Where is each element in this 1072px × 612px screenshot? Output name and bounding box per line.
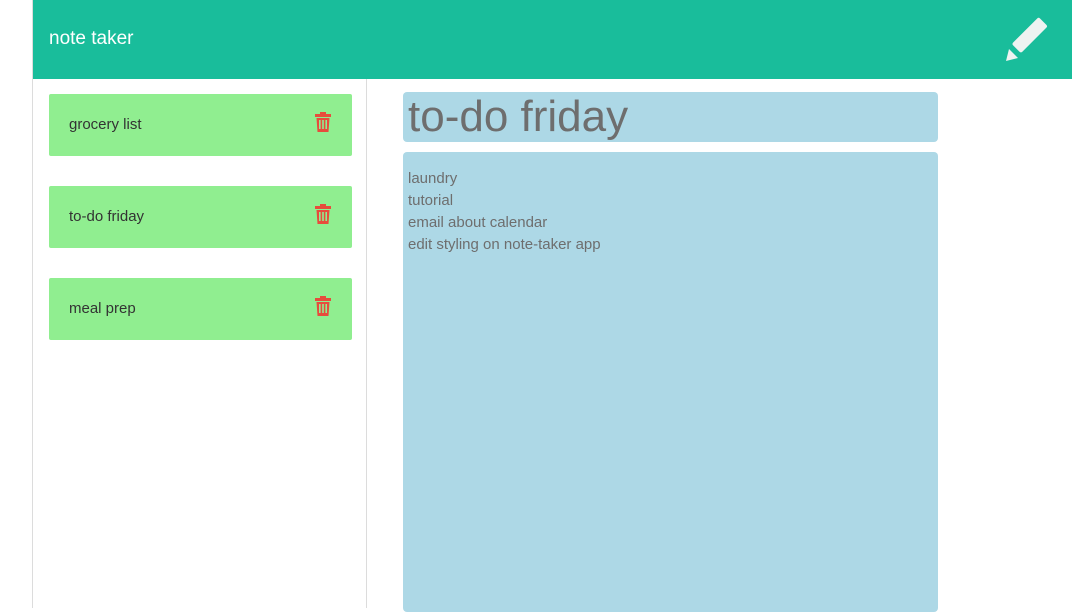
- trash-icon[interactable]: [315, 204, 331, 224]
- note-body-textarea[interactable]: laundry tutorial email about calendar ed…: [403, 152, 938, 612]
- pencil-icon: [1006, 17, 1047, 61]
- app-container: note taker grocery list to-do friday mea: [32, 0, 1072, 612]
- list-item-note[interactable]: to-do friday: [49, 186, 352, 248]
- list-item-note[interactable]: grocery list: [49, 94, 352, 156]
- note-title-input[interactable]: [403, 92, 938, 142]
- note-title: grocery list: [69, 116, 142, 133]
- trash-icon[interactable]: [315, 296, 331, 316]
- new-note-button[interactable]: [1001, 12, 1055, 66]
- trash-icon[interactable]: [315, 112, 331, 132]
- app-title[interactable]: note taker: [49, 27, 134, 51]
- notes-sidebar: grocery list to-do friday meal prep: [33, 79, 367, 608]
- navbar: note taker: [33, 0, 1072, 79]
- note-title: meal prep: [69, 300, 136, 317]
- note-title: to-do friday: [69, 208, 145, 225]
- list-item-note[interactable]: meal prep: [49, 278, 352, 340]
